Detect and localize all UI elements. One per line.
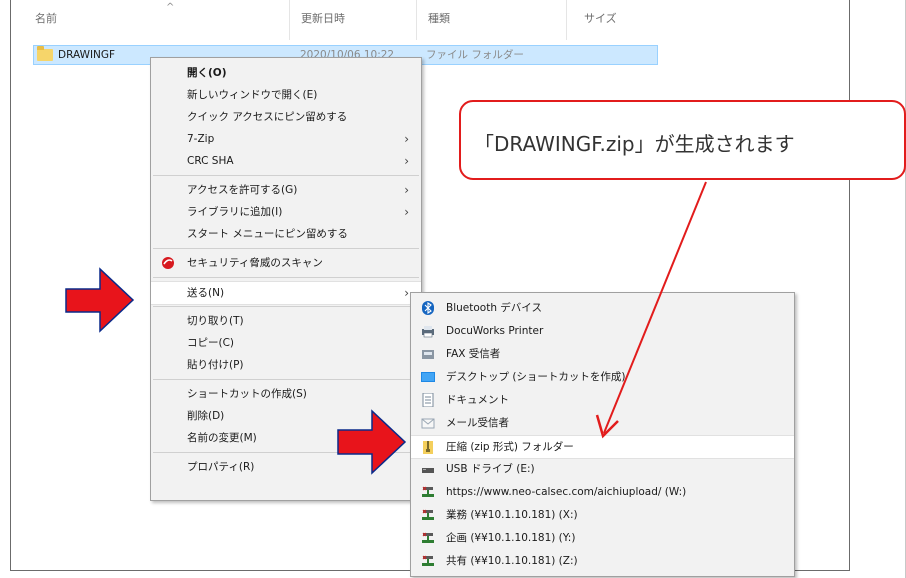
red-arrow-icon xyxy=(65,267,135,333)
annotation-overlay xyxy=(65,181,707,475)
red-arrow-icon xyxy=(337,409,407,475)
pointer-arrow-icon xyxy=(595,181,707,439)
